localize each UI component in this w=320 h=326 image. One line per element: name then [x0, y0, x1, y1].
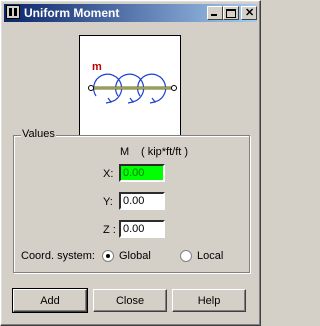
y-moment-field[interactable]: [119, 192, 165, 210]
title-bar[interactable]: Uniform Moment ✕: [4, 4, 257, 22]
moment-arrowhead-1: [105, 97, 113, 104]
close-button[interactable]: Close: [93, 289, 167, 312]
values-group-label: Values: [21, 128, 56, 140]
z-label: Z :: [103, 224, 116, 236]
column-header-m: M: [120, 146, 130, 158]
moment-label: m: [92, 61, 102, 73]
units-label: ( kip*ft/ft ): [141, 146, 189, 158]
minimize-button[interactable]: [207, 6, 223, 20]
beam-moment-graphic: m: [88, 61, 177, 104]
y-label: Y:: [103, 196, 113, 208]
global-radio-label[interactable]: Global: [119, 250, 151, 262]
maximize-button[interactable]: [223, 6, 239, 20]
add-button[interactable]: Add: [12, 288, 88, 313]
help-button[interactable]: Help: [172, 289, 246, 312]
x-moment-field[interactable]: [119, 164, 165, 182]
coord-system-label: Coord. system:: [21, 250, 95, 262]
window-title: Uniform Moment: [24, 6, 120, 20]
local-radio[interactable]: [180, 250, 192, 262]
beam-end-node: [171, 85, 177, 91]
z-moment-field[interactable]: [119, 220, 165, 238]
x-label: X:: [103, 168, 114, 180]
uniform-moment-dialog: Uniform Moment ✕ m Values M ( kip*ft/ft …: [0, 0, 261, 326]
local-radio-label[interactable]: Local: [197, 250, 223, 262]
close-window-button[interactable]: ✕: [241, 6, 257, 20]
beam-start-node: [88, 85, 94, 91]
app-icon: [6, 5, 20, 19]
moment-arrowhead-3: [149, 97, 157, 104]
moment-diagram: m: [79, 35, 181, 137]
global-radio[interactable]: [102, 250, 114, 262]
moment-arrowhead-2: [127, 97, 135, 104]
close-icon: ✕: [245, 7, 255, 19]
